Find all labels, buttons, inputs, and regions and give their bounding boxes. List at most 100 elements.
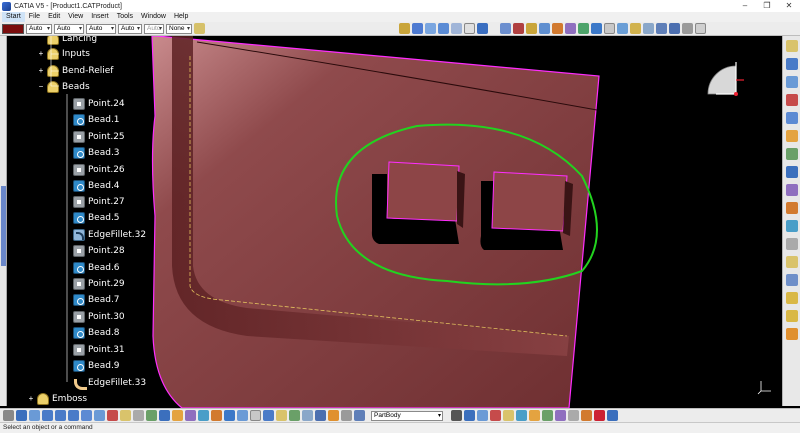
louver-icon[interactable] [786, 220, 798, 232]
menu-edit[interactable]: Edit [44, 12, 64, 22]
corner-icon[interactable] [617, 23, 628, 34]
menu-start[interactable]: Start [2, 12, 25, 22]
tree-scrollbar[interactable] [0, 36, 7, 406]
measure-icon[interactable] [146, 410, 157, 421]
tree-item-edgefillet-33[interactable]: EdgeFillet.33 [73, 376, 146, 390]
fold-icon[interactable] [786, 166, 798, 178]
layer-select[interactable]: None ▾ [166, 23, 192, 34]
render-icon[interactable] [503, 410, 514, 421]
workbench-icon[interactable] [786, 40, 798, 52]
split-icon[interactable] [328, 410, 339, 421]
bridge-icon[interactable] [786, 238, 798, 250]
bead-icon[interactable] [786, 202, 798, 214]
symmetry-icon[interactable] [682, 23, 693, 34]
bend-icon[interactable] [526, 23, 537, 34]
draft-icon[interactable] [276, 410, 287, 421]
catalog-icon[interactable] [451, 410, 462, 421]
wall-icon[interactable] [500, 23, 511, 34]
tree-item-edgefillet-32[interactable]: EdgeFillet.32 [73, 228, 146, 242]
point-type-select[interactable]: Auto ▾ [118, 23, 142, 34]
tree-item-bead-8[interactable]: Bead.8 [73, 326, 120, 340]
3d-viewport[interactable]: Lancing + Inputs + Bend-Relief − Beads P… [7, 36, 782, 408]
pan-icon[interactable] [29, 410, 40, 421]
plane-icon[interactable] [451, 23, 462, 34]
rotate-icon[interactable] [669, 23, 680, 34]
shading-icon[interactable] [107, 410, 118, 421]
chamfer-icon[interactable] [263, 410, 274, 421]
tools-icon[interactable] [581, 410, 592, 421]
compass-icon[interactable] [702, 56, 746, 100]
rotate-view-icon[interactable] [42, 410, 53, 421]
section-icon[interactable] [464, 410, 475, 421]
corner-relief-icon[interactable] [786, 310, 798, 322]
pocket-icon[interactable] [224, 410, 235, 421]
part-body-select[interactable]: PartBody ▾ [371, 410, 443, 421]
fit-all-icon[interactable] [16, 410, 27, 421]
hem-icon[interactable] [786, 112, 798, 124]
minimize-button[interactable]: – [734, 0, 756, 12]
menu-window[interactable]: Window [137, 12, 170, 22]
tree-item-point-24[interactable]: Point.24 [73, 97, 125, 111]
menu-file[interactable]: File [25, 12, 44, 22]
swap-icon[interactable] [412, 23, 423, 34]
flange-icon[interactable] [786, 94, 798, 106]
wall-icon[interactable] [786, 76, 798, 88]
hierarchy-icon[interactable] [542, 410, 553, 421]
tree-item-bead-6[interactable]: Bead.6 [73, 261, 120, 275]
line-icon[interactable] [425, 23, 436, 34]
unfold-icon[interactable] [539, 23, 550, 34]
tree-item-point-31[interactable]: Point.31 [73, 343, 125, 357]
sketch-plane-icon[interactable] [198, 410, 209, 421]
flange-icon[interactable] [513, 23, 524, 34]
stamp-icon[interactable] [786, 148, 798, 160]
extrude-icon[interactable] [477, 23, 488, 34]
unfold-icon[interactable] [159, 410, 170, 421]
apply-material-icon[interactable] [490, 410, 501, 421]
pattern-icon[interactable] [786, 274, 798, 286]
rib-icon[interactable] [643, 23, 654, 34]
translate-icon[interactable] [656, 23, 667, 34]
tree-item-bead-4[interactable]: Bead.4 [73, 179, 120, 193]
spline-icon[interactable] [464, 23, 475, 34]
help-icon[interactable] [607, 410, 618, 421]
line-thickness-select[interactable]: Auto ▾ [54, 23, 84, 34]
fillet-icon[interactable] [250, 410, 261, 421]
iso-view-icon[interactable] [94, 410, 105, 421]
rendering-style-select[interactable]: Auto ▾ [144, 23, 164, 34]
tree-item-point-30[interactable]: Point.30 [73, 310, 125, 324]
tree-item-bead-3[interactable]: Bead.3 [73, 146, 120, 160]
tree-item-bead-7[interactable]: Bead.7 [73, 293, 120, 307]
line-type-select[interactable]: Auto ▾ [86, 23, 116, 34]
tree-scroll-thumb[interactable] [1, 186, 6, 266]
pattern-icon[interactable] [591, 23, 602, 34]
menu-tools[interactable]: Tools [113, 12, 137, 22]
stamp-icon[interactable] [565, 23, 576, 34]
axis-system-icon[interactable] [185, 410, 196, 421]
chamfer-icon[interactable] [786, 328, 798, 340]
fly-icon[interactable] [529, 410, 540, 421]
color-swatch[interactable] [2, 23, 24, 34]
mirror-icon[interactable] [786, 256, 798, 268]
chamfer-icon[interactable] [630, 23, 641, 34]
mirror-icon[interactable] [604, 23, 615, 34]
transparency-select[interactable]: Auto ▾ [26, 23, 52, 34]
swap-visible-icon[interactable] [133, 410, 144, 421]
close-button[interactable]: ✕ [778, 0, 800, 12]
menu-help[interactable]: Help [170, 12, 192, 22]
sheetmetal-parameters-icon[interactable] [786, 58, 798, 70]
menu-view[interactable]: View [64, 12, 87, 22]
shell-icon[interactable] [289, 410, 300, 421]
tree-item-point-28[interactable]: Point.28 [73, 244, 125, 258]
thread-icon[interactable] [341, 410, 352, 421]
painter-icon[interactable] [194, 23, 205, 34]
maximize-button[interactable]: ❐ [756, 0, 778, 12]
measure-icon[interactable] [695, 23, 706, 34]
multi-view-icon[interactable] [568, 410, 579, 421]
snap-icon[interactable] [555, 410, 566, 421]
view-icon[interactable] [786, 292, 798, 304]
formula-icon[interactable] [3, 410, 14, 421]
analysis-icon[interactable] [354, 410, 365, 421]
walk-icon[interactable] [516, 410, 527, 421]
hole-icon[interactable] [237, 410, 248, 421]
cut-icon[interactable] [552, 23, 563, 34]
